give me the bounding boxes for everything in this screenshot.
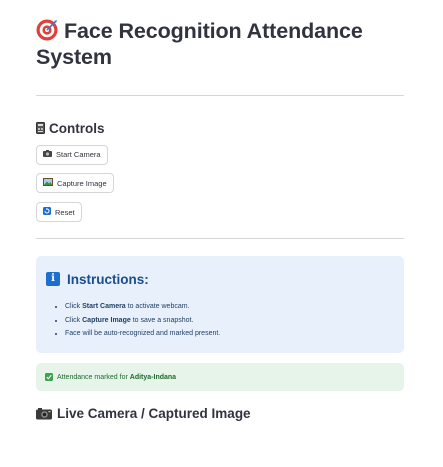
- control-panel-icon: [36, 122, 45, 134]
- list-item: Click Start Camera to activate webcam.: [65, 300, 394, 314]
- page-title-text: Face Recognition Attendance System: [36, 19, 363, 69]
- instructions-box: i Instructions: Click Start Camera to ac…: [36, 256, 404, 353]
- list-item: Face will be auto-recognized and marked …: [65, 327, 394, 341]
- camera-icon: [36, 407, 52, 420]
- capture-image-label: Capture Image: [57, 178, 107, 188]
- controls-heading: Controls: [36, 120, 404, 136]
- live-camera-heading-text: Live Camera / Captured Image: [57, 406, 251, 421]
- list-item: Click Capture Image to save a snapshot.: [65, 314, 394, 328]
- controls-heading-text: Controls: [49, 120, 105, 136]
- camera-icon: [43, 150, 52, 159]
- image-icon: [43, 178, 53, 188]
- live-camera-heading: Live Camera / Captured Image: [36, 406, 404, 421]
- divider: [36, 238, 404, 239]
- status-text: Attendance marked for: [57, 373, 128, 381]
- instructions-list: Click Start Camera to activate webcam. C…: [46, 300, 394, 341]
- divider: [36, 95, 404, 96]
- status-name: Aditya-Indana: [129, 373, 177, 381]
- start-camera-button[interactable]: Start Camera: [36, 144, 108, 165]
- capture-image-button[interactable]: Capture Image: [36, 173, 114, 193]
- instructions-title: Instructions:: [67, 271, 149, 287]
- page-title: Face Recognition Attendance System: [36, 18, 404, 70]
- start-camera-label: Start Camera: [56, 150, 101, 159]
- info-icon: i: [46, 272, 60, 286]
- reset-button[interactable]: Reset: [36, 202, 82, 222]
- target-icon: [36, 19, 58, 41]
- check-icon: [45, 373, 53, 381]
- reset-icon: [43, 207, 51, 217]
- attendance-status-alert: Attendance marked for Aditya-Indana: [36, 363, 404, 391]
- reset-label: Reset: [55, 207, 75, 217]
- main-content: Face Recognition Attendance System Contr…: [36, 18, 404, 421]
